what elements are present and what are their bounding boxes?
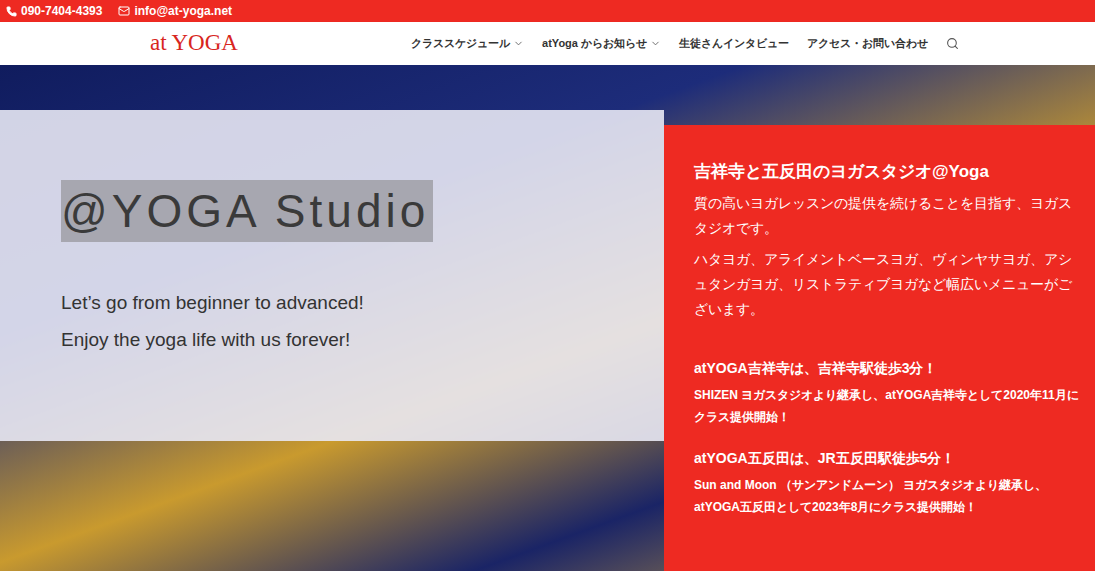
page: 090-7404-4393 info@at-yoga.net at YOGA クラスス… [0, 0, 1095, 571]
hero-left: @YOGA Studio Let’s go from beginner to ad… [0, 65, 664, 571]
email-link[interactable]: info@at-yoga.net [118, 2, 232, 20]
hero-line: Enjoy the yoga life with us forever! [61, 327, 664, 352]
info-heading: 吉祥寺と五反田のヨガスタジオ@Yoga [694, 159, 1079, 185]
menu-item[interactable]: クラススケジュール [411, 35, 524, 52]
studio-title: atYOGA吉祥寺は、吉祥寺駅徒歩3分！ [694, 358, 1079, 378]
menu-item[interactable]: アクセス・お問い合わせ [807, 35, 928, 52]
main-menu: クラススケジュール atYoga からお知らせ 生徒さんインタビュー アクセス・お問い… [411, 35, 959, 52]
chevron-down-icon [513, 38, 524, 49]
menu-item[interactable]: 生徒さんインタビュー [679, 35, 789, 52]
mail-icon [118, 5, 130, 17]
studio-info: atYOGA吉祥寺は、吉祥寺駅徒歩3分！ SHIZEN ヨガスタジオより継承し、a… [694, 358, 1079, 428]
logo[interactable]: at YOGA [150, 26, 238, 61]
hero-right: 吉祥寺と五反田のヨガスタジオ@Yoga 質の高いヨガレッスンの提供を続けることを目… [664, 65, 1095, 571]
info-panel: 吉祥寺と五反田のヨガスタジオ@Yoga 質の高いヨガレッスンの提供を続けることを目… [664, 125, 1095, 571]
top-bar: 090-7404-4393 info@at-yoga.net [0, 0, 1095, 22]
hero: @YOGA Studio Let’s go from beginner to ad… [0, 65, 1095, 571]
chevron-down-icon [650, 38, 661, 49]
info-paragraph: 質の高いヨガレッスンの提供を続けることを目指す、ヨガスタジオです。 [694, 191, 1079, 241]
hero-panel: @YOGA Studio Let’s go from beginner to ad… [0, 110, 664, 441]
phone-link[interactable]: 090-7404-4393 [6, 2, 102, 20]
header: at YOGA クラススケジュール atYoga からお知らせ 生徒さんインタビュー ア… [0, 22, 1095, 65]
studio-info: atYOGA五反田は、JR五反田駅徒歩5分！ Sun and Moon （サンアン… [694, 448, 1079, 518]
info-paragraph: ハタヨガ、アライメントベースヨガ、ヴィンヤサヨガ、アシュタンガヨガ、リストラティ… [694, 247, 1079, 322]
menu-item[interactable]: atYoga からお知らせ [542, 35, 661, 52]
studio-detail: SHIZEN ヨガスタジオより継承し、atYOGA吉祥寺として2020年11月に… [694, 384, 1079, 428]
studio-title: atYOGA五反田は、JR五反田駅徒歩5分！ [694, 448, 1079, 468]
hero-title: @YOGA Studio [61, 180, 433, 242]
search-icon[interactable] [946, 37, 959, 50]
phone-icon [6, 6, 17, 17]
hero-line: Let’s go from beginner to advanced! [61, 290, 664, 315]
studio-detail: Sun and Moon （サンアンドムーン） ヨガスタジオより継承し、atYO… [694, 474, 1079, 518]
